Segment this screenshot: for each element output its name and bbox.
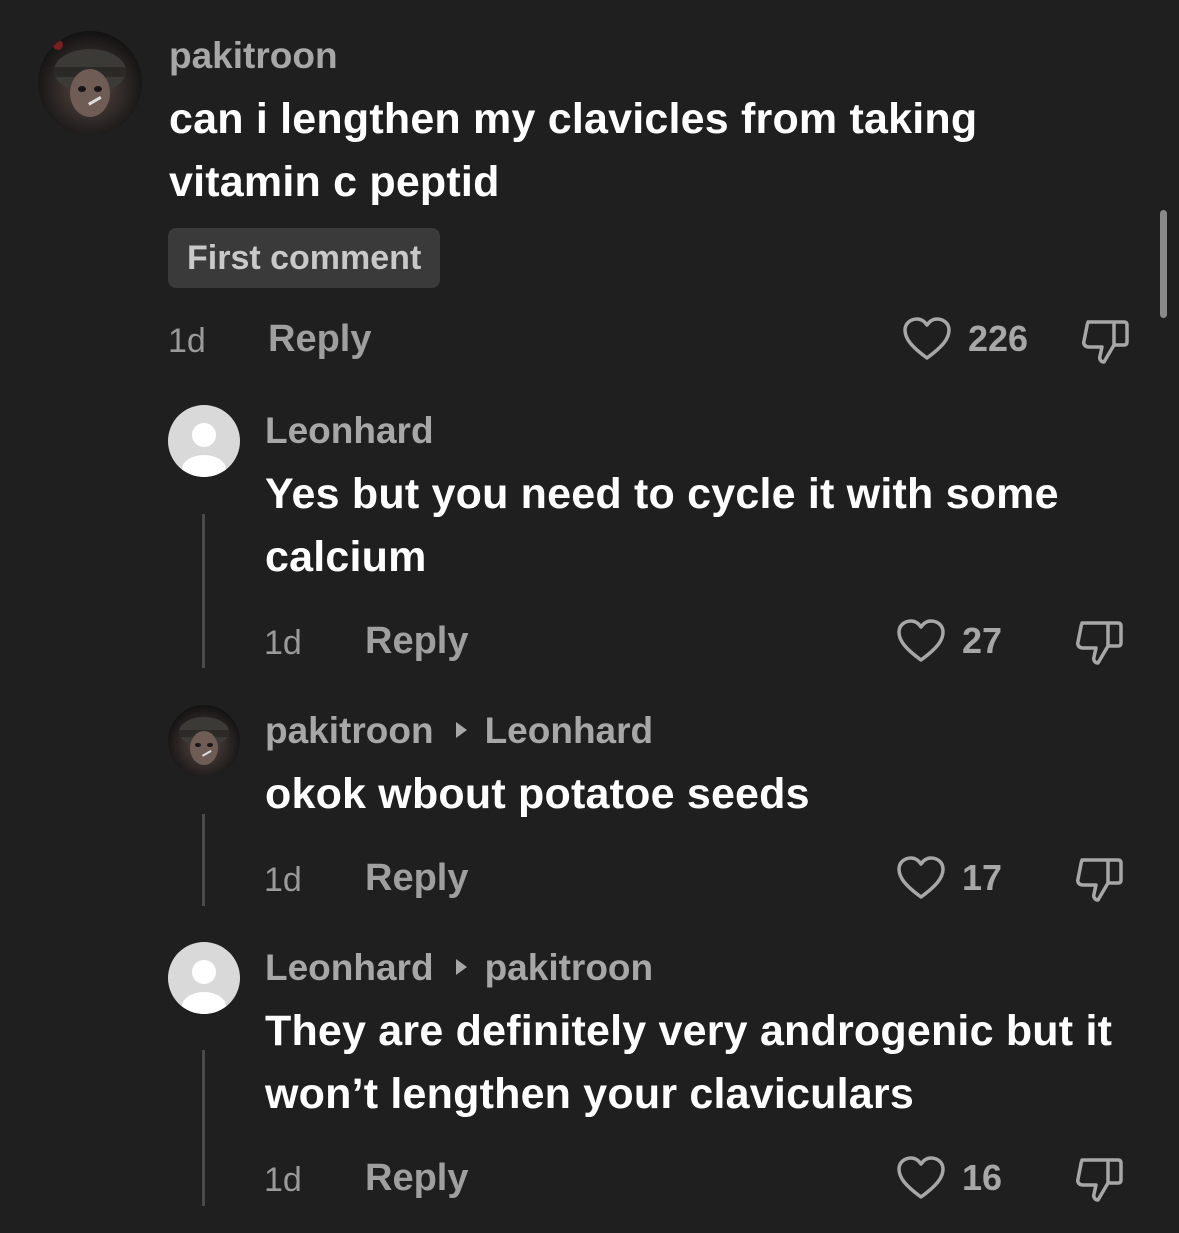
scrollbar[interactable] — [1160, 210, 1167, 318]
like-count: 16 — [962, 1157, 1003, 1198]
comment-timestamp: 1d — [264, 624, 302, 662]
heart-outline-icon — [903, 317, 951, 360]
dislike-button[interactable] — [1080, 318, 1132, 371]
dislike-button[interactable] — [1074, 1156, 1126, 1209]
reply-to-username-link[interactable]: pakitroon — [485, 947, 654, 988]
comment-text: can i lengthen my clavicles from taking … — [169, 95, 978, 206]
thumbs-down-icon — [1076, 858, 1123, 902]
heart-outline-icon — [897, 856, 945, 899]
thread-line — [202, 1050, 205, 1206]
reply-button[interactable]: Reply — [268, 318, 371, 361]
first-comment-badge: First comment — [168, 228, 441, 288]
username-link[interactable]: pakitroon — [265, 710, 434, 751]
comment-username[interactable]: Leonhard pakitroon — [265, 947, 653, 989]
reply-to-username-link[interactable]: Leonhard — [485, 710, 654, 751]
heart-outline-icon — [897, 619, 945, 662]
username-link[interactable]: Leonhard — [265, 410, 434, 451]
comment-text: okok wbout potatoe seeds — [265, 770, 810, 818]
caret-right-icon — [455, 959, 467, 976]
thumbs-down-icon — [1082, 320, 1129, 364]
user-silhouette-icon — [182, 960, 226, 1014]
comment-username[interactable]: pakitroon — [169, 35, 338, 77]
username-link[interactable]: pakitroon — [169, 35, 338, 76]
like-count: 17 — [962, 857, 1003, 898]
avatar-photo-icon — [179, 717, 229, 765]
avatar[interactable] — [38, 31, 142, 135]
like-button[interactable]: 17 — [896, 855, 1002, 901]
comment-timestamp: 1d — [264, 861, 302, 899]
like-count: 27 — [962, 620, 1003, 661]
avatar[interactable] — [168, 705, 240, 777]
dislike-button[interactable] — [1074, 856, 1126, 909]
reply-button[interactable]: Reply — [365, 620, 468, 663]
avatar[interactable] — [168, 405, 240, 477]
avatar[interactable] — [168, 942, 240, 1014]
dislike-button[interactable] — [1074, 619, 1126, 672]
comment-username[interactable]: Leonhard — [265, 410, 434, 452]
user-silhouette-icon — [182, 423, 226, 477]
avatar-photo-icon — [53, 40, 126, 117]
heart-outline-icon — [897, 1156, 945, 1199]
caret-right-icon — [455, 722, 467, 739]
like-count: 226 — [968, 318, 1029, 359]
like-button[interactable]: 27 — [896, 618, 1002, 664]
thread-line — [202, 814, 205, 906]
reply-button[interactable]: Reply — [365, 1157, 468, 1200]
comment-timestamp: 1d — [264, 1161, 302, 1199]
reply-button[interactable]: Reply — [365, 857, 468, 900]
like-button[interactable]: 16 — [896, 1155, 1002, 1201]
thumbs-down-icon — [1076, 621, 1123, 665]
comment-text: They are definitely very androgenic but … — [265, 1007, 1113, 1118]
like-button[interactable]: 226 — [902, 316, 1028, 362]
thread-line — [202, 514, 205, 668]
comment-text: Yes but you need to cycle it with some c… — [265, 470, 1059, 581]
comment-timestamp: 1d — [168, 322, 206, 360]
comment-username[interactable]: pakitroon Leonhard — [265, 710, 653, 752]
thumbs-down-icon — [1076, 1158, 1123, 1202]
username-link[interactable]: Leonhard — [265, 947, 434, 988]
